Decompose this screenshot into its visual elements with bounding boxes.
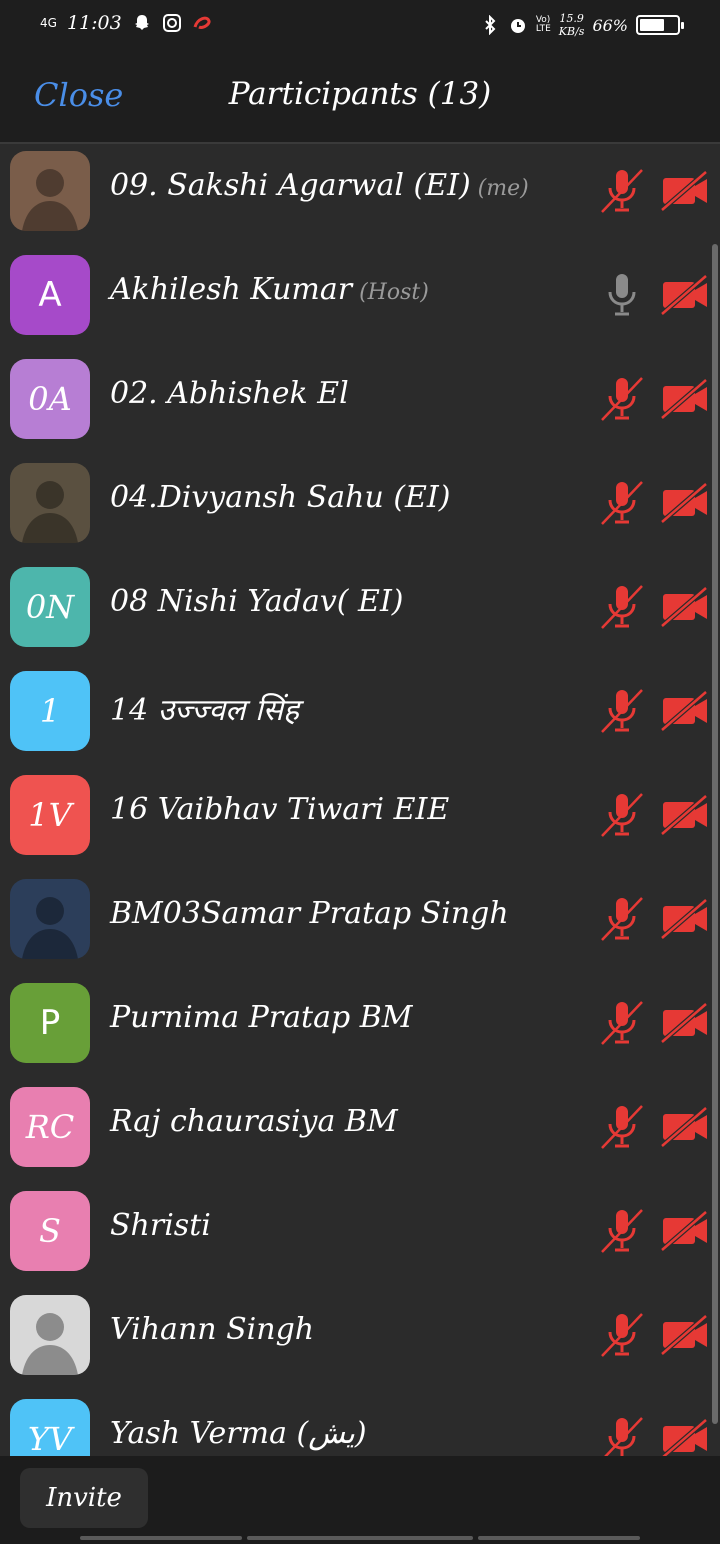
mic-icon[interactable] (598, 270, 646, 318)
nav-handle (80, 1536, 242, 1540)
mic-muted-icon[interactable] (598, 686, 646, 734)
alarm-icon (510, 19, 525, 33)
avatar: 1V (10, 775, 90, 855)
video-off-icon[interactable] (660, 896, 710, 942)
participant-name: 16 Vaibhav Tiwari EIE (110, 792, 450, 827)
participant-row[interactable]: 1V 16 Vaibhav Tiwari EIE (0, 770, 720, 874)
participant-row[interactable]: Vihann Singh (0, 1290, 720, 1394)
video-off-icon[interactable] (660, 1416, 710, 1456)
avatar: 0A (10, 359, 90, 439)
video-off-icon[interactable] (660, 688, 710, 734)
avatar: 1 (10, 671, 90, 751)
participant-name: Akhilesh Kumar (Host) (110, 272, 429, 307)
participant-row[interactable]: A Akhilesh Kumar (Host) (0, 250, 720, 354)
avatar: P (10, 983, 90, 1063)
battery-icon (636, 15, 684, 35)
video-off-icon[interactable] (660, 480, 710, 526)
bottom-bar: Invite (0, 1456, 720, 1544)
page-title: Participants (13) (228, 76, 492, 112)
avatar: YV (10, 1399, 90, 1456)
network-speed: 15.9 KB/s (558, 12, 585, 38)
participant-row[interactable]: 0A 02. Abhishek El (0, 354, 720, 458)
participant-name: 09. Sakshi Agarwal (EI) (me) (110, 168, 529, 203)
video-off-icon[interactable] (660, 1104, 710, 1150)
avatar: S (10, 1191, 90, 1271)
volte-icon: Vo) LTE (535, 15, 551, 34)
participant-name: Vihann Singh (110, 1312, 315, 1347)
snapchat-icon (134, 15, 149, 30)
mic-muted-icon[interactable] (598, 166, 646, 214)
video-off-icon[interactable] (660, 272, 710, 318)
header: Close Participants (13) (0, 56, 720, 144)
nav-handle (478, 1536, 640, 1540)
mic-muted-icon[interactable] (598, 790, 646, 838)
mic-muted-icon[interactable] (598, 1414, 646, 1456)
mic-muted-icon[interactable] (598, 894, 646, 942)
video-off-icon[interactable] (660, 792, 710, 838)
mic-muted-icon[interactable] (598, 582, 646, 630)
participant-name: BM03Samar Pratap Singh (110, 896, 509, 931)
video-off-icon[interactable] (660, 1208, 710, 1254)
battery-percent: 66% (592, 15, 628, 35)
participant-name: 14 उज्ज्वल सिंह (110, 693, 300, 728)
participant-name: Raj chaurasiya BM (110, 1104, 398, 1139)
bluetooth-icon (485, 15, 496, 35)
instagram-icon (162, 14, 181, 32)
participant-row[interactable]: RC Raj chaurasiya BM (0, 1082, 720, 1186)
avatar: RC (10, 1087, 90, 1167)
avatar (10, 879, 90, 959)
video-off-icon[interactable] (660, 1312, 710, 1358)
participant-row[interactable]: S Shristi (0, 1186, 720, 1290)
mic-muted-icon[interactable] (598, 1310, 646, 1358)
role-tag: (Host) (352, 280, 429, 305)
mic-muted-icon[interactable] (598, 478, 646, 526)
video-off-icon[interactable] (660, 376, 710, 422)
participant-name: Yash Verma (يش) (110, 1416, 367, 1451)
avatar (10, 1295, 90, 1375)
status-bar: 4G 11:03 Vo) LTE 15.9 KB/s 66% (0, 0, 720, 56)
participant-name: Purnima Pratap BM (110, 1000, 413, 1035)
participant-row[interactable]: 04.Divyansh Sahu (EI) (0, 458, 720, 562)
participant-row[interactable]: 09. Sakshi Agarwal (EI) (me) (0, 146, 720, 250)
avatar (10, 463, 90, 543)
participant-row[interactable]: 1 14 उज्ज्वल सिंह (0, 666, 720, 770)
mic-muted-icon[interactable] (598, 374, 646, 422)
participant-name: 08 Nishi Yadav( EI) (110, 584, 404, 619)
participant-row[interactable]: YV Yash Verma (يش) (0, 1394, 720, 1456)
video-off-icon[interactable] (660, 1000, 710, 1046)
avatar: 0N (10, 567, 90, 647)
participant-name: 02. Abhishek El (110, 376, 349, 411)
avatar: A (10, 255, 90, 335)
mic-muted-icon[interactable] (598, 1206, 646, 1254)
mic-muted-icon[interactable] (598, 998, 646, 1046)
participant-row[interactable]: P Purnima Pratap BM (0, 978, 720, 1082)
nav-handle (247, 1536, 473, 1540)
airtel-icon (193, 16, 211, 29)
clock: 11:03 (66, 12, 122, 34)
participant-name: Shristi (110, 1208, 211, 1243)
participants-list[interactable]: 09. Sakshi Agarwal (EI) (me) A Akhilesh Ku… (0, 146, 720, 1456)
participant-row[interactable]: BM03Samar Pratap Singh (0, 874, 720, 978)
role-tag: (me) (470, 176, 529, 201)
participant-name: 04.Divyansh Sahu (EI) (110, 480, 451, 515)
video-off-icon[interactable] (660, 168, 710, 214)
invite-button[interactable]: Invite (20, 1468, 148, 1528)
mic-muted-icon[interactable] (598, 1102, 646, 1150)
avatar (10, 151, 90, 231)
network-type: 4G (40, 16, 57, 30)
scrollbar[interactable] (712, 244, 718, 1424)
video-off-icon[interactable] (660, 584, 710, 630)
participant-row[interactable]: 0N 08 Nishi Yadav( EI) (0, 562, 720, 666)
